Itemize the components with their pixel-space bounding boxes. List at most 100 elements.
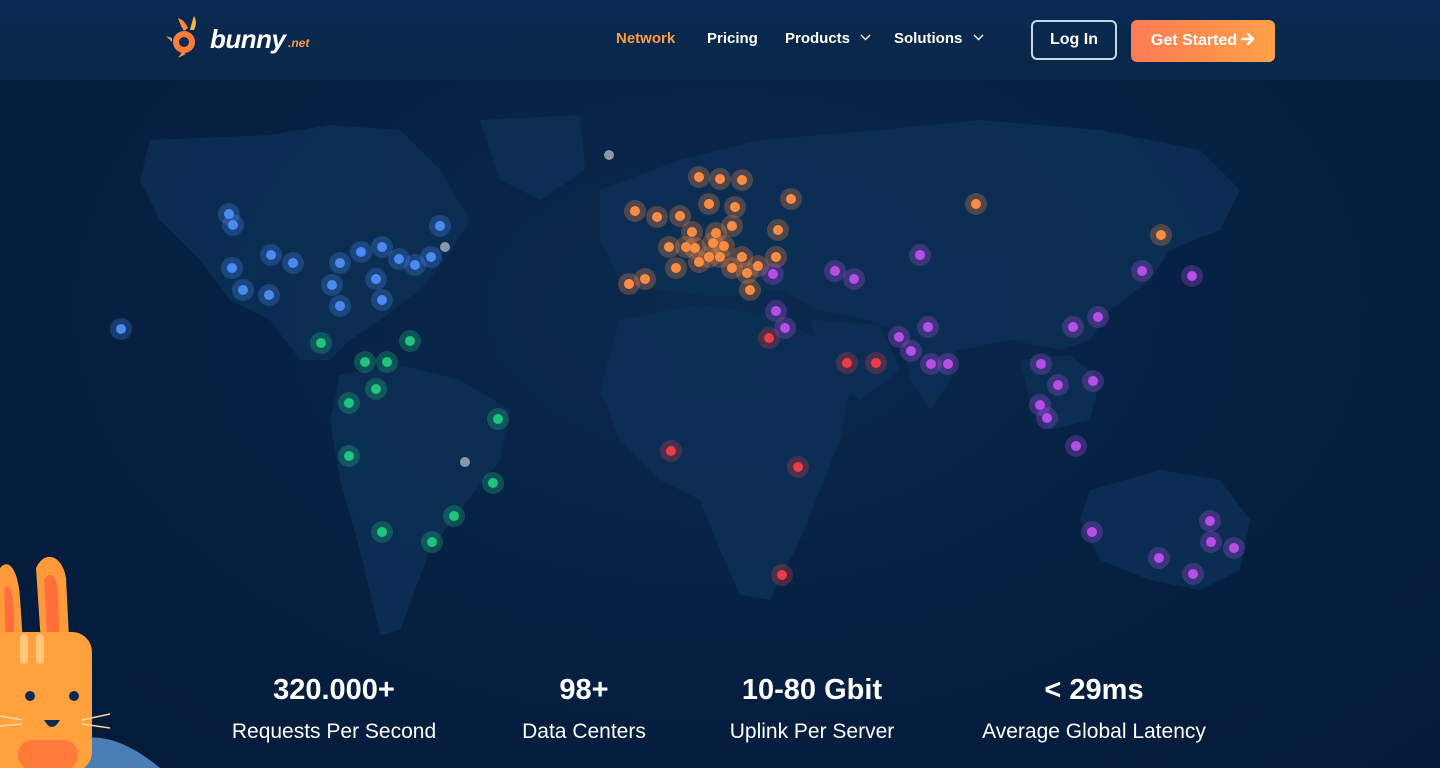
nav-item-products-label: Products [785, 30, 851, 47]
data-center-dot-north-america[interactable] [221, 257, 243, 279]
bunny-logo[interactable]: bunny .net [164, 14, 324, 60]
data-center-dot-middle-east-africa[interactable] [787, 456, 809, 478]
data-center-dot-asia-oceania[interactable] [1131, 260, 1153, 282]
data-center-dot-europe[interactable] [721, 215, 743, 237]
data-center-dot-north-america[interactable] [232, 279, 254, 301]
data-center-dot-south-america[interactable] [482, 472, 504, 494]
data-center-dot-north-america[interactable] [329, 252, 351, 274]
login-button[interactable]: Log In [1031, 20, 1117, 60]
nav-item-network[interactable]: Network [616, 30, 675, 47]
data-center-dot-south-america[interactable] [443, 505, 465, 527]
data-center-dot-inactive [604, 150, 614, 160]
chevron-down-icon [973, 34, 983, 41]
network-stats: 320.000+ Requests Per Second 98+ Data Ce… [0, 668, 1440, 768]
data-center-dot-south-america[interactable] [376, 351, 398, 373]
data-center-dot-europe[interactable] [688, 166, 710, 188]
data-center-dot-asia-oceania[interactable] [824, 260, 846, 282]
data-center-dot-asia-oceania[interactable] [1065, 435, 1087, 457]
data-center-dot-asia-oceania[interactable] [1182, 563, 1204, 585]
data-center-dot-north-america[interactable] [429, 215, 451, 237]
data-center-dot-europe[interactable] [767, 219, 789, 241]
data-center-dot-europe[interactable] [780, 188, 802, 210]
data-center-dot-north-america[interactable] [321, 274, 343, 296]
nav-item-pricing[interactable]: Pricing [707, 30, 758, 47]
data-center-dot-north-america[interactable] [110, 318, 132, 340]
data-center-dot-asia-oceania[interactable] [843, 268, 865, 290]
data-center-dot-south-america[interactable] [338, 445, 360, 467]
mascot-head-shine [20, 634, 28, 664]
data-center-dot-asia-oceania[interactable] [1030, 353, 1052, 375]
data-center-dot-middle-east-africa[interactable] [660, 440, 682, 462]
stat-requests: 320.000+ Requests Per Second [224, 668, 444, 748]
data-center-dot-europe[interactable] [965, 193, 987, 215]
data-center-dot-europe[interactable] [731, 169, 753, 191]
data-center-dot-asia-oceania[interactable] [1200, 531, 1222, 553]
data-center-dot-north-america[interactable] [371, 289, 393, 311]
data-center-dot-middle-east-africa[interactable] [771, 564, 793, 586]
data-center-dot-asia-oceania[interactable] [1181, 265, 1203, 287]
nav-item-solutions-label: Solutions [894, 30, 963, 47]
data-center-dot-europe[interactable] [665, 257, 687, 279]
data-center-dot-north-america[interactable] [260, 244, 282, 266]
data-center-dot-europe[interactable] [646, 206, 668, 228]
stat-latency: < 29ms Average Global Latency [964, 668, 1224, 748]
data-center-dot-europe[interactable] [739, 279, 761, 301]
data-center-dot-south-america[interactable] [354, 351, 376, 373]
nav-item-products[interactable]: Products [785, 30, 871, 47]
data-center-dot-asia-oceania[interactable] [1062, 316, 1084, 338]
stat-data-centers-value: 98+ [559, 674, 609, 706]
bunny-logo-icon [166, 16, 196, 58]
get-started-button[interactable]: Get Started [1131, 20, 1275, 62]
data-center-dot-north-america[interactable] [222, 214, 244, 236]
data-center-dot-europe[interactable] [698, 193, 720, 215]
data-center-dot-south-america[interactable] [371, 521, 393, 543]
data-center-dot-north-america[interactable] [350, 241, 372, 263]
data-center-dot-asia-oceania[interactable] [1148, 547, 1170, 569]
data-center-dot-middle-east-africa[interactable] [836, 352, 858, 374]
data-center-dot-south-america[interactable] [338, 392, 360, 414]
bunny-mascot [0, 556, 160, 768]
continent-shapes [140, 115, 1250, 635]
stat-latency-label: Average Global Latency [982, 720, 1206, 743]
chevron-down-icon [860, 34, 871, 41]
data-center-dot-south-america[interactable] [421, 531, 443, 553]
data-center-dot-north-america[interactable] [365, 268, 387, 290]
data-center-dot-asia-oceania[interactable] [762, 263, 784, 285]
data-center-dot-south-america[interactable] [399, 330, 421, 352]
data-center-dot-asia-oceania[interactable] [1199, 510, 1221, 532]
data-center-dot-asia-oceania[interactable] [1036, 407, 1058, 429]
data-center-dot-south-america[interactable] [365, 378, 387, 400]
data-center-dot-north-america[interactable] [282, 252, 304, 274]
data-center-dot-europe[interactable] [724, 196, 746, 218]
continent-africa [600, 305, 850, 600]
data-center-dot-asia-oceania[interactable] [1047, 374, 1069, 396]
data-center-dot-europe[interactable] [1150, 224, 1172, 246]
data-center-dot-asia-oceania[interactable] [917, 316, 939, 338]
data-center-dot-south-america[interactable] [310, 332, 332, 354]
data-center-dot-asia-oceania[interactable] [900, 340, 922, 362]
stat-uplink: 10-80 Gbit Uplink Per Server [712, 668, 912, 748]
data-center-dot-north-america[interactable] [258, 284, 280, 306]
data-center-dot-north-america[interactable] [420, 246, 442, 268]
stat-requests-label: Requests Per Second [231, 720, 437, 743]
nav-item-solutions[interactable]: Solutions [894, 30, 984, 47]
data-center-dot-europe[interactable] [624, 200, 646, 222]
data-center-dot-inactive [460, 457, 470, 467]
world-network-map [110, 115, 1250, 635]
data-center-dot-asia-oceania[interactable] [774, 317, 796, 339]
get-started-label: Get Started [1150, 32, 1238, 49]
data-center-dot-asia-oceania[interactable] [1087, 306, 1109, 328]
data-center-dot-asia-oceania[interactable] [1082, 370, 1104, 392]
data-center-dot-asia-oceania[interactable] [937, 353, 959, 375]
mascot-eye-left [25, 691, 35, 701]
data-center-dot-asia-oceania[interactable] [909, 244, 931, 266]
data-center-dot-asia-oceania[interactable] [1081, 521, 1103, 543]
data-center-dot-europe[interactable] [709, 168, 731, 190]
data-center-dot-europe[interactable] [618, 273, 640, 295]
data-center-dot-north-america[interactable] [329, 295, 351, 317]
data-center-dot-middle-east-africa[interactable] [865, 352, 887, 374]
brand-name: bunny [210, 24, 286, 54]
data-center-dot-asia-oceania[interactable] [1223, 537, 1245, 559]
top-navigation-bar: bunny .net Network Pricing Products Solu… [0, 0, 1440, 80]
data-center-dot-south-america[interactable] [487, 408, 509, 430]
